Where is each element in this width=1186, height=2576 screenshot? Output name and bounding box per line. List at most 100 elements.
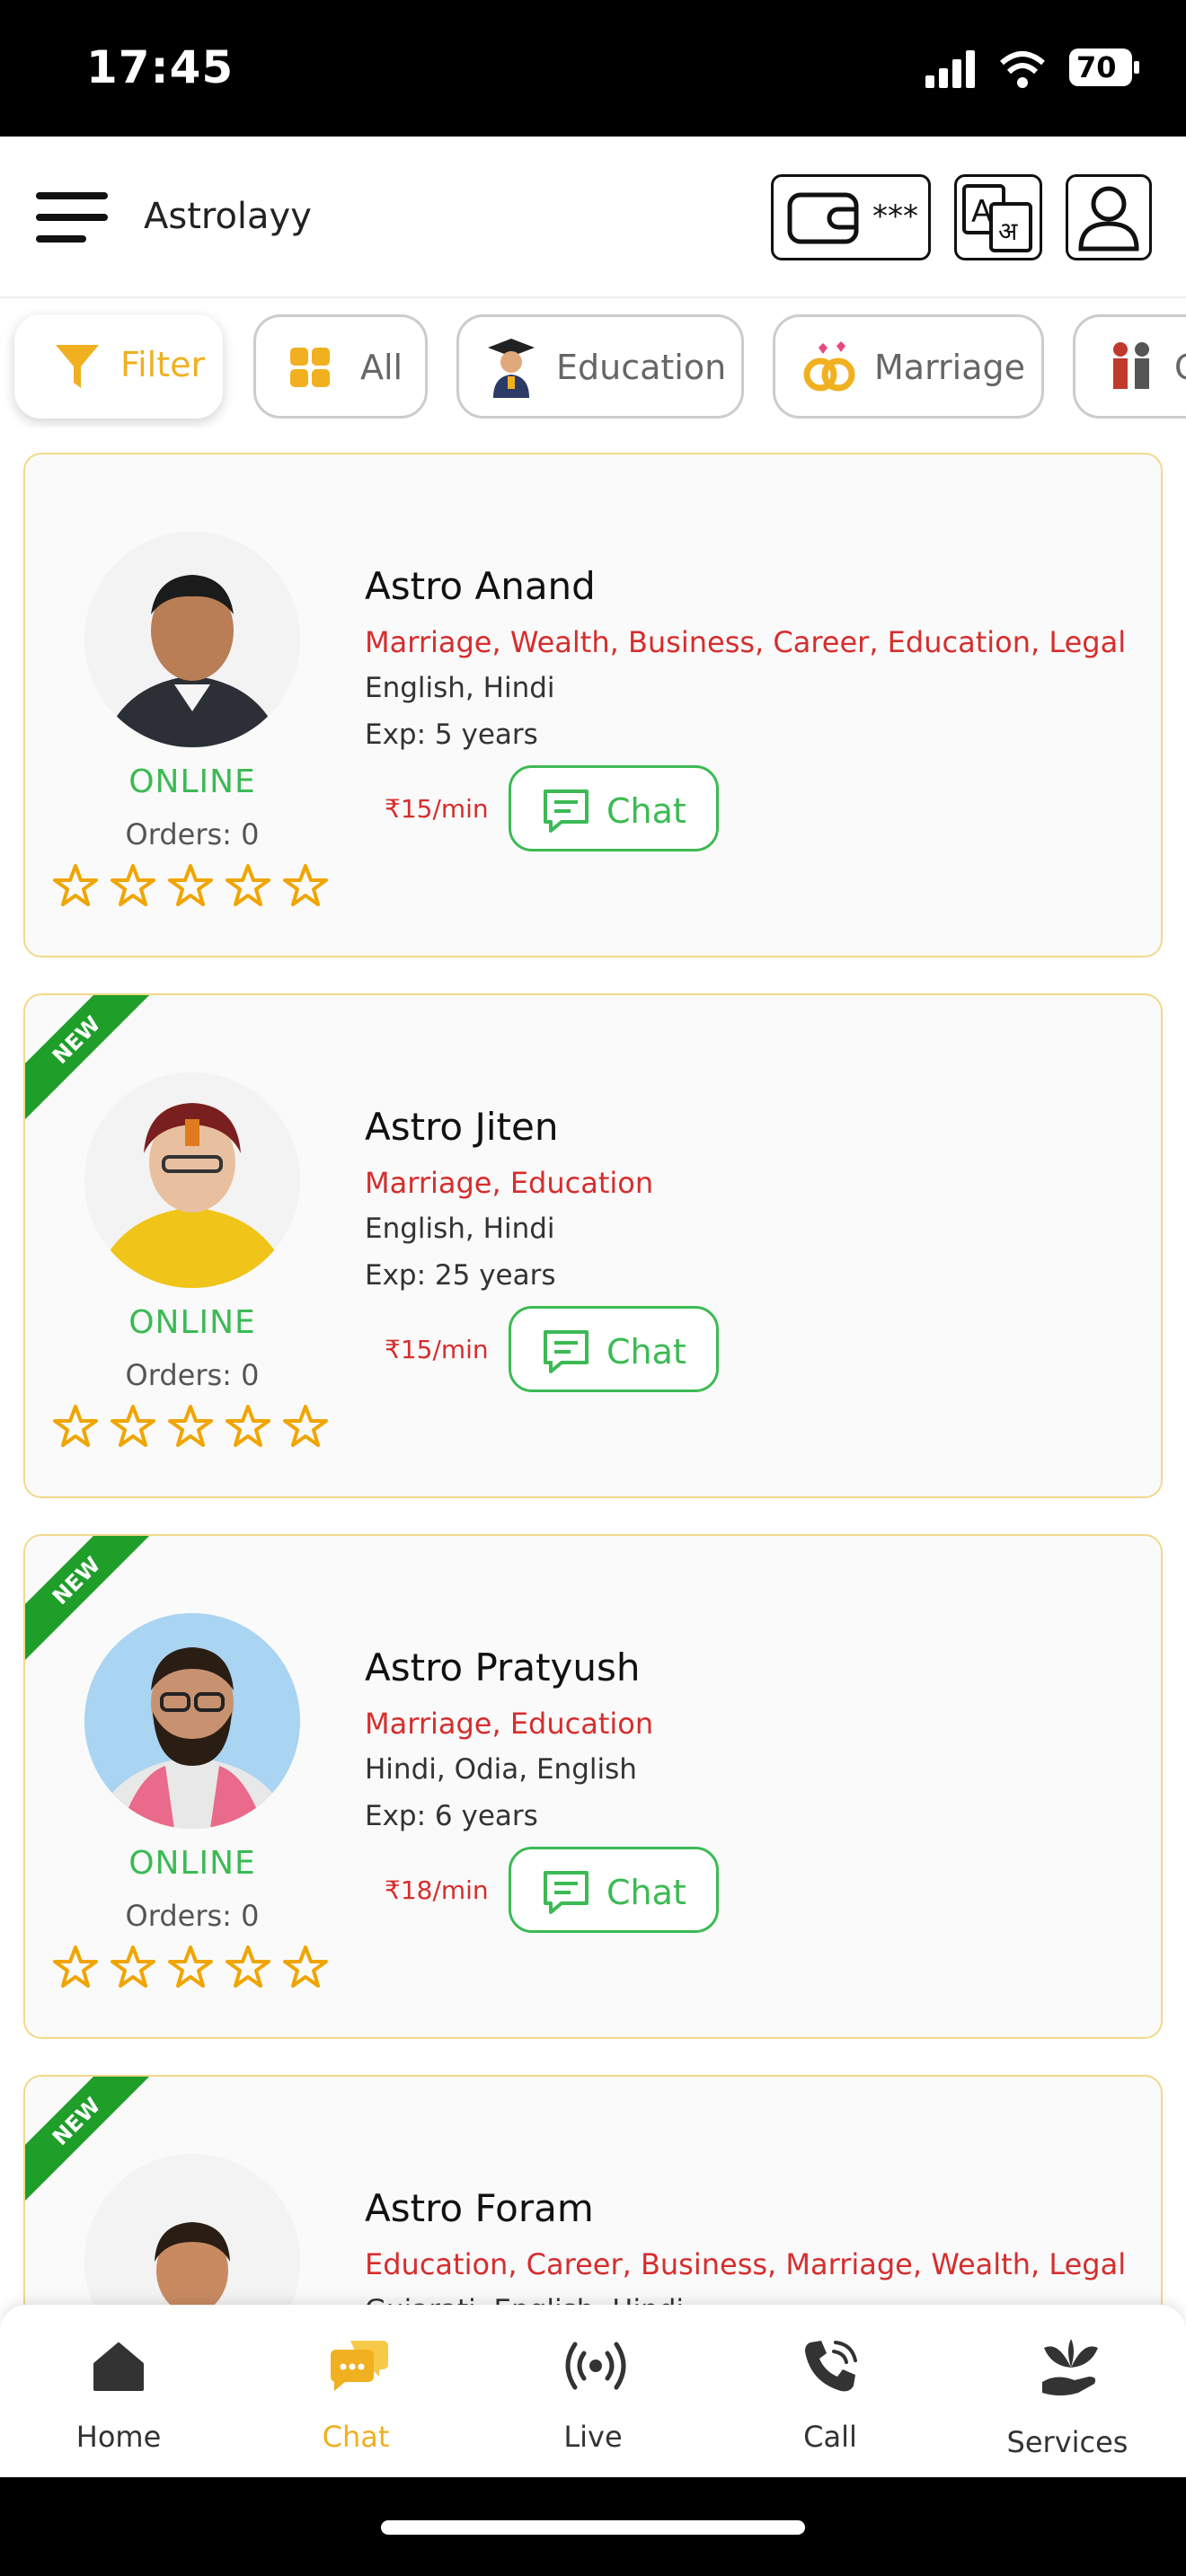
- nav-home-label: Home: [75, 2420, 162, 2454]
- user-icon: [1078, 186, 1139, 251]
- chat-button-label: Chat: [606, 1873, 686, 1912]
- chat-button-label: Chat: [606, 791, 686, 831]
- hand-plant-icon: [1042, 2339, 1098, 2395]
- status-icons: 70: [916, 43, 1186, 97]
- wallet-button[interactable]: ***: [771, 174, 931, 260]
- astrologer-skills: Education, Career, Business, Marriage, W…: [365, 2247, 1127, 2281]
- astrologer-name: Astro Foram: [365, 2186, 594, 2230]
- rings-icon: [803, 341, 855, 392]
- wallet-icon: [787, 192, 859, 244]
- astrologer-card[interactable]: NEW Astro Foram Education, Career, Busin…: [23, 2075, 1163, 2305]
- chip-education[interactable]: Education: [456, 314, 744, 419]
- avatar: [84, 1613, 300, 1829]
- bottom-navigation: Home Chat Live Call Services: [0, 2305, 1186, 2477]
- nav-live[interactable]: Live: [474, 2305, 712, 2477]
- category-chips: Filter All Education Marriage C: [0, 307, 1186, 428]
- chip-partial-label: C: [1174, 348, 1186, 387]
- chip-marriage[interactable]: Marriage: [773, 314, 1044, 419]
- astrologer-experience: Exp: 5 years: [365, 719, 538, 751]
- battery-level: 70: [1076, 50, 1117, 84]
- home-indicator-bar: [0, 2477, 1186, 2576]
- profile-button[interactable]: [1066, 174, 1152, 260]
- astrologer-list: ONLINE Orders: 0 Astro Anand Marriage, W…: [0, 453, 1186, 2305]
- chat-button[interactable]: Chat: [509, 765, 719, 851]
- status-time: 17:45: [86, 41, 235, 93]
- svg-text:A: A: [971, 194, 992, 230]
- home-icon: [93, 2342, 144, 2391]
- price-per-min: ₹15/min: [385, 794, 489, 824]
- orders-count: Orders: 0: [125, 1358, 260, 1392]
- chat-icon: [544, 1330, 589, 1373]
- filter-label: Filter: [120, 345, 206, 384]
- astrologer-languages: English, Hindi: [365, 1213, 555, 1245]
- grid-icon: [290, 348, 330, 387]
- astrologer-skills: Marriage, Wealth, Business, Career, Educ…: [365, 625, 1127, 659]
- chat-button[interactable]: Chat: [509, 1306, 719, 1392]
- chip-all[interactable]: All: [253, 314, 428, 419]
- orders-count: Orders: 0: [125, 1899, 260, 1933]
- astrologer-name: Astro Jiten: [365, 1105, 559, 1149]
- funnel-icon: [56, 345, 99, 388]
- chat-button[interactable]: Chat: [509, 1847, 719, 1933]
- chat-icon: [544, 790, 589, 833]
- astrologer-card[interactable]: ONLINE Orders: 0 Astro Anand Marriage, W…: [23, 453, 1163, 957]
- chip-education-label: Education: [556, 348, 727, 387]
- app-header: Astrolayy *** A अ: [0, 137, 1186, 298]
- online-status: ONLINE: [128, 1845, 256, 1882]
- astrologer-skills: Marriage, Education: [365, 1166, 654, 1200]
- rating-stars: [53, 1405, 328, 1447]
- people-icon: [1113, 342, 1149, 389]
- chip-partial[interactable]: C: [1073, 314, 1186, 419]
- menu-icon[interactable]: [36, 192, 108, 248]
- phone-icon: [805, 2341, 857, 2392]
- nav-home[interactable]: Home: [0, 2305, 237, 2477]
- astrologer-experience: Exp: 25 years: [365, 1259, 556, 1292]
- chat-button-label: Chat: [606, 1332, 686, 1372]
- status-bar: 17:45 70: [0, 0, 1186, 137]
- avatar-portrait: [84, 1072, 300, 1288]
- home-indicator[interactable]: [381, 2520, 805, 2535]
- astrologer-name: Astro Anand: [365, 564, 596, 608]
- filter-chip[interactable]: Filter: [14, 314, 223, 419]
- price-per-min: ₹15/min: [385, 1335, 489, 1364]
- avatar-portrait: [84, 1613, 300, 1829]
- translate-icon: A अ: [962, 184, 1032, 252]
- astrologer-languages: Hindi, Odia, English: [365, 1753, 637, 1786]
- price-per-min: ₹18/min: [385, 1875, 489, 1905]
- wallet-balance: ***: [872, 198, 918, 234]
- broadcast-icon: [565, 2342, 626, 2390]
- astrologer-experience: Exp: 6 years: [365, 1800, 538, 1832]
- astrologer-languages: English, Hindi: [365, 672, 555, 704]
- avatar-portrait: [84, 532, 300, 747]
- online-status: ONLINE: [128, 1304, 256, 1341]
- online-status: ONLINE: [128, 763, 256, 800]
- nav-chat-label: Chat: [322, 2420, 390, 2454]
- svg-text:अ: अ: [998, 216, 1018, 246]
- astrologer-languages: Gujarati, English, Hindi: [365, 2294, 684, 2305]
- rating-stars: [53, 1945, 328, 1988]
- chip-marriage-label: Marriage: [874, 348, 1025, 387]
- nav-call[interactable]: Call: [712, 2305, 949, 2477]
- nav-services[interactable]: Services: [949, 2305, 1186, 2477]
- avatar: [84, 532, 300, 747]
- nav-call-label: Call: [803, 2420, 857, 2454]
- astrologer-skills: Marriage, Education: [365, 1707, 654, 1741]
- nav-services-label: Services: [1006, 2425, 1128, 2459]
- astrologer-card[interactable]: NEW ONLINE Orders: 0 Astro Jiten Marriag…: [23, 993, 1163, 1498]
- nav-live-label: Live: [563, 2420, 623, 2454]
- signal-wifi-battery-icon: [925, 49, 1139, 88]
- chat-icon: [544, 1871, 589, 1914]
- avatar: [84, 1072, 300, 1288]
- language-button[interactable]: A अ: [954, 174, 1042, 260]
- avatar: [84, 2154, 300, 2305]
- rating-stars: [53, 864, 328, 906]
- nav-chat[interactable]: Chat: [237, 2305, 474, 2477]
- astrologer-name: Astro Pratyush: [365, 1645, 641, 1689]
- chip-all-label: All: [360, 348, 403, 387]
- graduate-icon: [488, 339, 535, 398]
- app-title: Astrolayy: [144, 196, 312, 237]
- orders-count: Orders: 0: [125, 817, 260, 851]
- chat-bubbles-icon: [330, 2341, 388, 2391]
- avatar-portrait: [84, 2154, 300, 2305]
- astrologer-card[interactable]: NEW ONLINE Orders: 0 Astro Pratyush Marr…: [23, 1534, 1163, 2039]
